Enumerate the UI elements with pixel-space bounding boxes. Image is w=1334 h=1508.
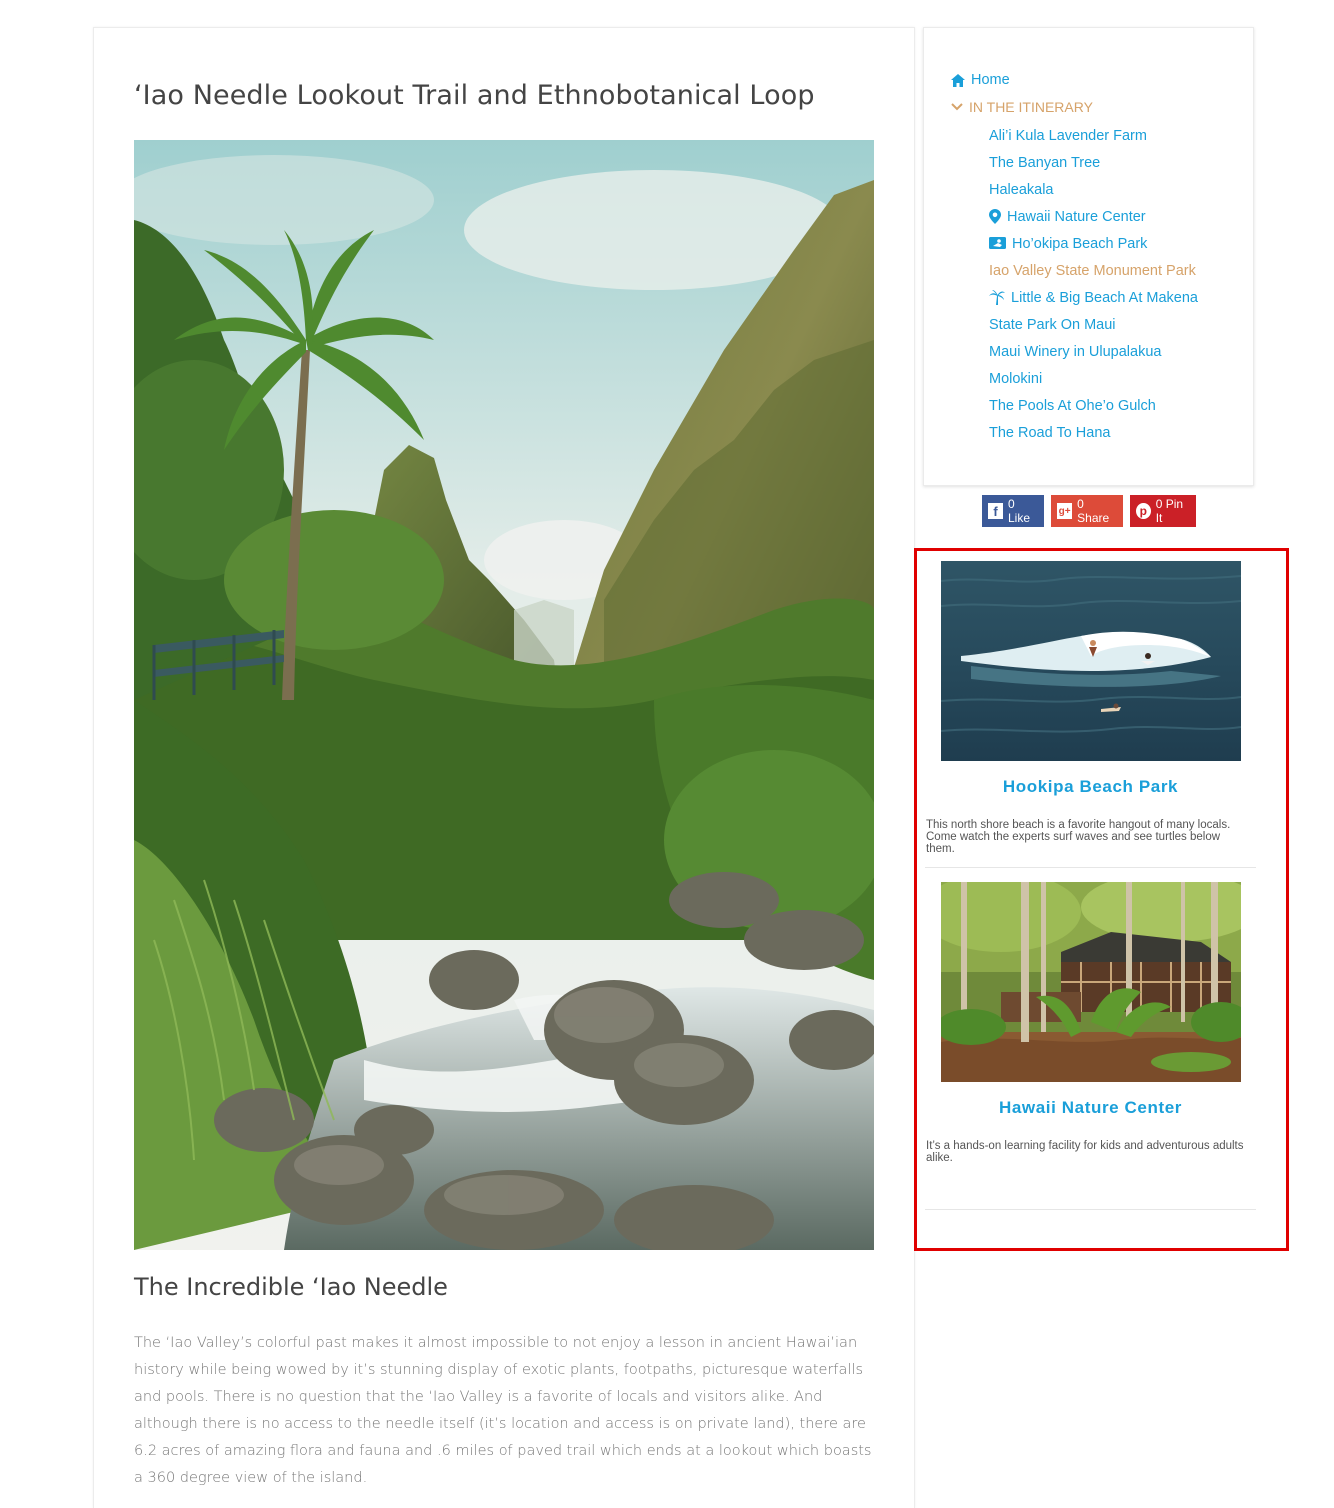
article-body-text: The ‘Iao Valley’s colorful past makes it… [134,1335,872,1486]
featured-title-nature-center[interactable]: Hawaii Nature Center [925,1098,1256,1118]
featured-item-nature-center[interactable]: Hawaii Nature Center It’s a hands-on lea… [925,882,1256,1202]
pinterest-icon: p [1136,503,1151,519]
menu-section-itinerary[interactable]: IN THE ITINERARY [951,99,1093,115]
menu-item-label: The Banyan Tree [989,155,1101,171]
featured-title-hookipa[interactable]: Hookipa Beach Park [925,777,1256,797]
menu-item-label: Little & Big Beach At Makena [1011,290,1198,306]
menu-item-hawaii-nature-center[interactable]: Hawaii Nature Center [989,207,1198,234]
facebook-like-count: 0 Like [1007,497,1030,525]
iao-valley-hero-image [134,140,874,1250]
featured-desc-hookipa: This north shore beach is a favorite han… [926,819,1231,855]
featured-item-hookipa[interactable]: Hookipa Beach Park This north shore beac… [925,561,1256,866]
facebook-icon: f [988,503,1003,519]
share-buttons: f 0 Like g+ 0 Share p 0 Pin It [982,495,1196,527]
menu-item-haleakala[interactable]: Haleakala [989,180,1198,207]
menu-item-state-park[interactable]: State Park On Maui [989,315,1198,342]
section-heading: The Incredible ‘Iao Needle [134,1273,448,1301]
nature-center-image[interactable] [941,882,1241,1082]
itinerary-menu-card: Home IN THE ITINERARY Ali’i Kula Lavende… [923,27,1254,486]
menu-section-label: IN THE ITINERARY [969,99,1093,115]
menu-item-molokini[interactable]: Molokini [989,369,1198,396]
menu-home-label: Home [971,72,1010,88]
menu-item-makena-beach[interactable]: Little & Big Beach At Makena [989,288,1198,315]
page-title: ‘Iao Needle Lookout Trail and Ethnobotan… [134,80,815,111]
menu-item-hookipa-beach-park[interactable]: Ho’okipa Beach Park [989,234,1198,261]
menu-item-label: Haleakala [989,182,1054,198]
menu-item-label: Molokini [989,371,1043,387]
menu-item-maui-winery[interactable]: Maui Winery in Ulupalakua [989,342,1198,369]
featured-divider [925,867,1256,868]
hookipa-surf-image[interactable] [941,561,1241,761]
google-plus-share-button[interactable]: g+ 0 Share [1051,495,1123,527]
featured-desc-nature-center: It’s a hands-on learning facility for ki… [926,1140,1244,1164]
pinterest-pin-button[interactable]: p 0 Pin It [1130,495,1196,527]
featured-places-widget: Hookipa Beach Park This north shore beac… [914,548,1289,1251]
menu-item-oheo-gulch[interactable]: The Pools At Ohe’o Gulch [989,396,1198,423]
menu-home-link[interactable]: Home [951,72,1010,88]
menu-item-road-to-hana[interactable]: The Road To Hana [989,423,1198,450]
facebook-like-button[interactable]: f 0 Like [982,495,1044,527]
article-card: ‘Iao Needle Lookout Trail and Ethnobotan… [93,27,915,1508]
menu-item-label: Iao Valley State Monument Park [989,263,1196,279]
menu-item-label: Ali’i Kula Lavender Farm [989,128,1147,144]
pinterest-pin-count: 0 Pin It [1155,497,1184,525]
menu-item-label: Ho’okipa Beach Park [1012,236,1148,252]
surf-icon [989,237,1006,249]
chevron-down-icon [951,103,963,111]
menu-item-label: Hawaii Nature Center [1007,209,1146,225]
google-plus-icon: g+ [1057,503,1073,519]
menu-item-label: The Pools At Ohe’o Gulch [989,398,1156,414]
palm-tree-icon [989,290,1005,305]
menu-item-label: State Park On Maui [989,317,1116,333]
menu-item-label: Maui Winery in Ulupalakua [989,344,1162,360]
menu-item-banyan-tree[interactable]: The Banyan Tree [989,153,1198,180]
map-pin-icon [989,209,1001,224]
google-plus-share-count: 0 Share [1077,497,1110,525]
menu-item-lavender-farm[interactable]: Ali’i Kula Lavender Farm [989,126,1198,153]
featured-divider [925,1209,1256,1210]
menu-item-iao-valley[interactable]: Iao Valley State Monument Park [989,261,1198,288]
menu-item-label: The Road To Hana [989,425,1111,441]
home-icon [951,73,965,87]
itinerary-list: Ali’i Kula Lavender Farm The Banyan Tree… [989,126,1198,450]
